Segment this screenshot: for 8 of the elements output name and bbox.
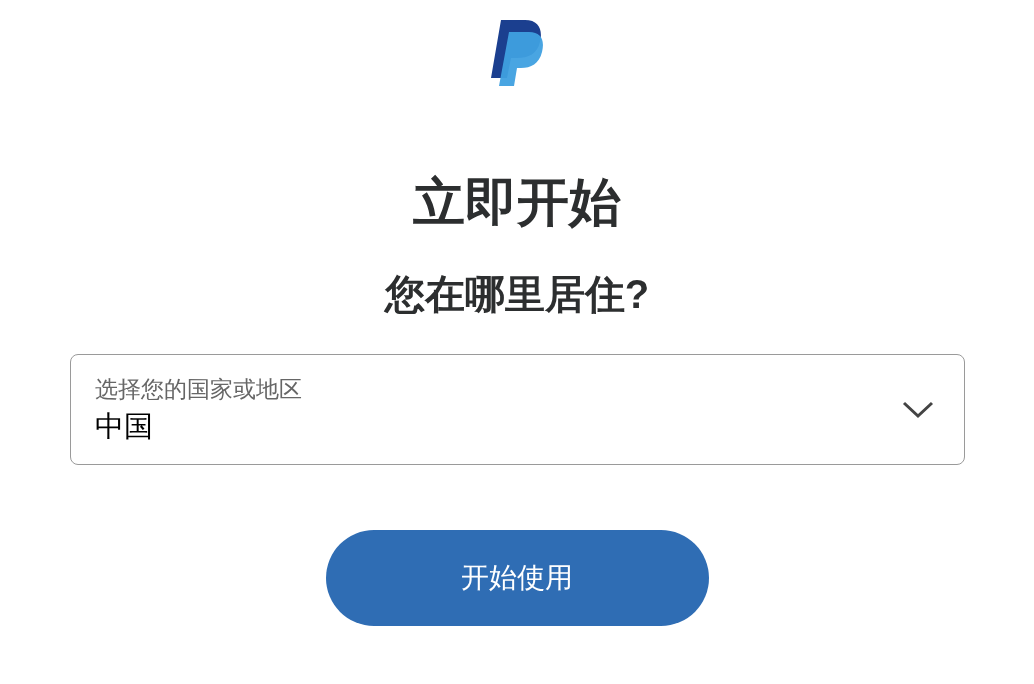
country-select[interactable]: 选择您的国家或地区 中国 — [69, 354, 965, 465]
field-value: 中国 — [94, 408, 154, 444]
field-label: 选择您的国家或地区 — [94, 375, 302, 404]
start-button[interactable]: 开始使用 — [325, 530, 709, 626]
chevron-down-icon — [901, 400, 934, 419]
logo-icon — [489, 20, 545, 86]
page-heading: 立即开始 — [413, 176, 621, 228]
question-heading: 您在哪里居住? — [384, 274, 650, 314]
